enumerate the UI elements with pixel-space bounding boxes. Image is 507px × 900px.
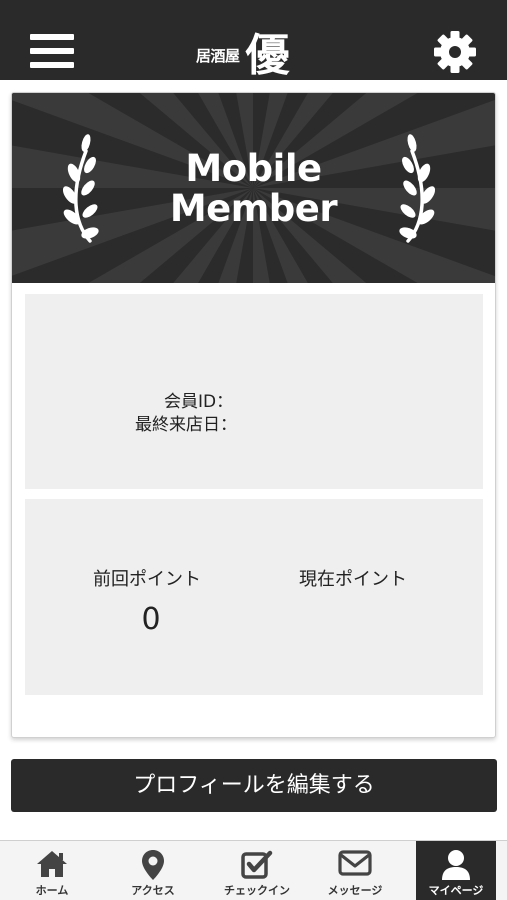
member-card-banner: Mobile Member — [12, 93, 495, 283]
edit-profile-button[interactable]: プロフィールを編集する — [11, 759, 497, 812]
bottom-nav-bar: ホーム アクセス チェックイン メッセージ マイページ — [0, 840, 507, 900]
nav-home-label: ホーム — [35, 884, 69, 897]
nav-home[interactable]: ホーム — [12, 841, 92, 900]
member-id-label: 会員ID： — [164, 392, 234, 412]
gear-icon[interactable] — [433, 30, 477, 74]
nav-checkin[interactable]: チェックイン — [213, 841, 301, 900]
last-visit-label: 最終来店日： — [135, 415, 237, 435]
points-panel: 前回ポイント 0 現在ポイント — [25, 499, 483, 695]
app-screen: 居酒屋 優 Mobile Member 会員ID： 最終来店日： 前回ポイント … — [0, 0, 507, 900]
banner-title-line2: Member — [169, 187, 338, 230]
logo-subtitle: 居酒屋 — [196, 47, 240, 65]
map-pin-icon — [142, 850, 164, 880]
envelope-icon — [338, 850, 372, 876]
banner-title-line1: Mobile — [185, 147, 322, 190]
logo-kanji: 優 — [245, 30, 290, 81]
checkbox-icon — [241, 850, 273, 879]
nav-message-label: メッセージ — [327, 884, 383, 897]
nav-access[interactable]: アクセス — [113, 841, 193, 900]
home-icon — [37, 851, 67, 877]
nav-mypage-label: マイページ — [428, 884, 484, 897]
nav-message[interactable]: メッセージ — [315, 841, 395, 900]
app-header: 居酒屋 優 — [0, 0, 507, 80]
previous-points-label: 前回ポイント — [93, 569, 201, 590]
member-card: Mobile Member 会員ID： 最終来店日： 前回ポイント 0 現在ポイ… — [11, 92, 496, 738]
nav-mypage[interactable]: マイページ — [416, 841, 496, 900]
user-icon — [442, 850, 470, 880]
previous-points-value: 0 — [141, 602, 161, 637]
member-info-panel: 会員ID： 最終来店日： — [25, 294, 483, 489]
mobile-member-title: Mobile Member — [12, 149, 495, 229]
nav-access-label: アクセス — [131, 884, 175, 897]
nav-checkin-label: チェックイン — [224, 884, 290, 897]
hamburger-menu-icon[interactable] — [30, 34, 74, 68]
current-points-label: 現在ポイント — [299, 569, 407, 590]
shop-logo: 居酒屋 優 — [196, 28, 290, 78]
